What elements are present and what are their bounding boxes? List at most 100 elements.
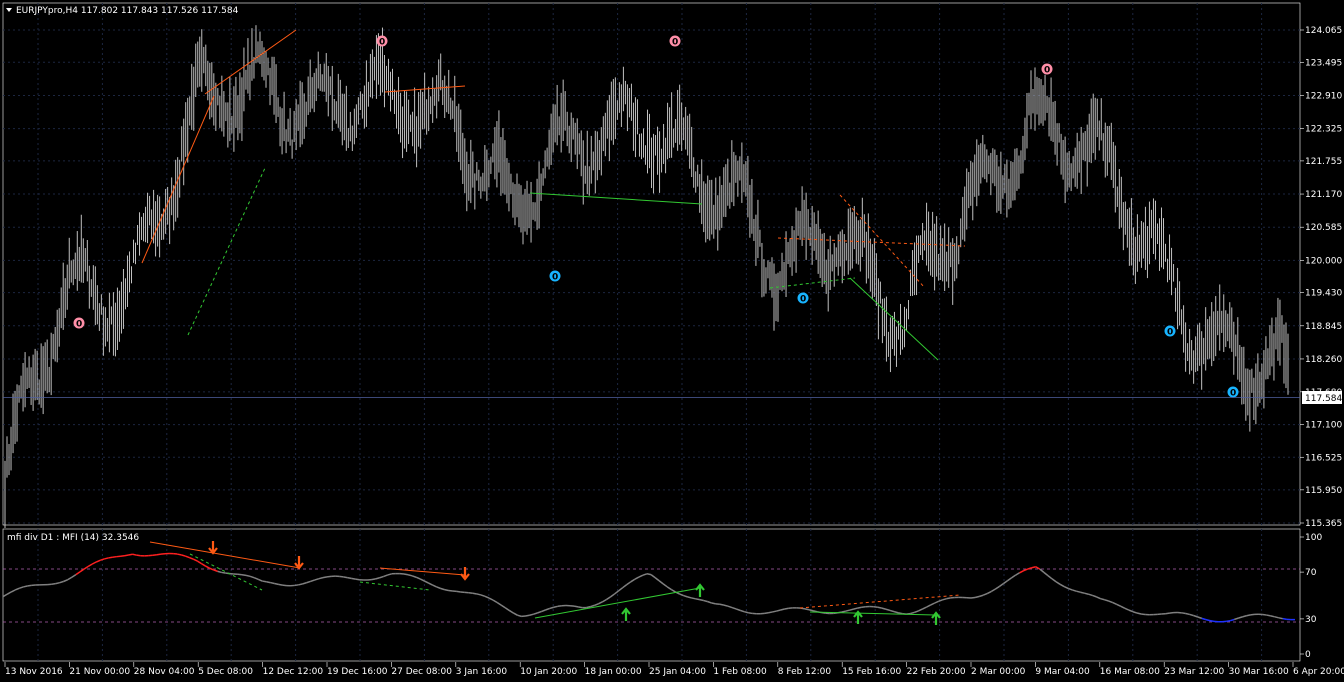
mfi-segment [444, 588, 449, 592]
mfi-segment [266, 580, 271, 584]
time-label: 6 Apr 20:00 [1293, 667, 1344, 677]
mfi-tick-label: 30 [1305, 615, 1317, 625]
mfi-segment [525, 614, 530, 617]
time-label: 23 Mar 12:00 [1164, 667, 1224, 677]
mfi-segment [845, 609, 850, 612]
mfi-segment [1274, 616, 1279, 619]
mfi-segment [764, 611, 769, 615]
mfi-segment [784, 607, 789, 610]
mfi-segment [1250, 613, 1255, 616]
mfi-tick-label: 70 [1305, 568, 1317, 578]
mfi-segment [877, 606, 883, 609]
mfi-segment [529, 613, 534, 616]
mfi-segment [355, 578, 360, 581]
mfi-segment [403, 573, 409, 576]
mfi-tick-label: 0 [1305, 650, 1311, 660]
time-label: 12 Dec 12:00 [263, 667, 324, 677]
chart-window[interactable]: 0 0 0 0 0 0 0 0 EURJPYpro,H4 117.802 117.843 11… [0, 0, 1344, 682]
signal-marker-label: 0 [76, 320, 82, 330]
time-label: 19 Dec 16:00 [327, 667, 388, 677]
mfi-segment [298, 583, 303, 586]
signal-marker-label: 0 [1044, 66, 1050, 76]
signal-marker-label: 0 [552, 273, 558, 283]
mfi-segment [241, 573, 247, 577]
mfi-segment [1185, 612, 1190, 616]
mfi-segment [375, 577, 380, 580]
mfi-segment [1100, 597, 1105, 601]
price-tick-label: 118.845 [1305, 322, 1342, 332]
time-label: 8 Feb 12:00 [778, 667, 832, 677]
mfi-segment [262, 580, 267, 583]
mfi-segment [723, 604, 729, 607]
time-label: 18 Jan 00:00 [585, 667, 642, 677]
mfi-segment [573, 605, 579, 608]
mfi-segment [776, 609, 781, 612]
mfi-segment [23, 585, 28, 588]
mfi-segment [687, 596, 692, 599]
mfi-segment [1181, 612, 1186, 615]
mfi-segment [476, 593, 482, 596]
price-tick-label: 116.525 [1305, 453, 1342, 463]
mfi-segment [553, 605, 559, 608]
price-tick-label: 123.495 [1305, 58, 1342, 68]
signal-marker-label: 0 [672, 38, 678, 48]
mfi-segment [1209, 619, 1215, 623]
mfi-segment [371, 578, 376, 581]
mfi-segment [407, 573, 413, 577]
mfi-segment [51, 582, 56, 586]
mfi-segment [351, 577, 356, 580]
mfi-segment [881, 607, 887, 610]
mfi-segment [841, 610, 846, 613]
mfi-segment [719, 603, 725, 606]
price-tick-label: 121.755 [1305, 157, 1342, 167]
mfi-segment [711, 602, 716, 605]
mfi-segment [691, 597, 696, 600]
current-price-label: 117.584 [1305, 394, 1342, 404]
mfi-segment [946, 597, 951, 600]
price-tick-label: 122.910 [1305, 91, 1342, 101]
time-label: 27 Dec 08:00 [391, 667, 452, 677]
mfi-segment [1165, 612, 1170, 615]
time-label: 1 Feb 08:00 [713, 667, 767, 677]
price-tick-label: 117.100 [1305, 421, 1342, 431]
mfi-segment [27, 584, 32, 587]
time-label: 15 Feb 16:00 [842, 667, 901, 677]
mfi-segment [808, 608, 814, 612]
mfi-segment [132, 553, 137, 556]
mfi-segment [897, 611, 903, 615]
mfi-segment [217, 570, 222, 574]
mfi-tick-label: 100 [1305, 533, 1322, 543]
time-label: 9 Mar 04:00 [1035, 667, 1090, 677]
mfi-segment [577, 606, 583, 609]
price-tick-label: 119.430 [1305, 289, 1342, 299]
mfi-segment [893, 610, 899, 614]
mfi-segment [347, 576, 352, 580]
mfi-segment [772, 610, 777, 613]
mfi-segment [322, 576, 328, 579]
mfi-segment [1246, 614, 1251, 617]
signal-marker-label: 0 [1167, 328, 1173, 338]
mfi-segment [1031, 566, 1036, 569]
price-tick-label: 124.065 [1305, 26, 1342, 36]
mfi-segment [177, 553, 182, 556]
time-label: 16 Mar 08:00 [1100, 667, 1160, 677]
mfi-segment [472, 592, 477, 595]
price-tick-label: 122.325 [1305, 125, 1342, 135]
time-label: 21 Nov 00:00 [69, 667, 130, 677]
mfi-segment [1282, 617, 1288, 621]
mfi-segment [156, 553, 162, 556]
mfi-segment [804, 608, 810, 611]
mfi-segment [853, 607, 858, 610]
symbol-label: EURJPYpro,H4 117.802 117.843 117.526 117… [16, 6, 239, 16]
mfi-segment [974, 595, 980, 599]
mfi-segment [128, 553, 133, 556]
mfi-segment [152, 553, 158, 557]
mfi-segment [743, 610, 749, 614]
mfi-segment [108, 556, 113, 559]
signal-marker-label: 0 [1230, 389, 1236, 399]
mfi-segment [768, 611, 773, 614]
mfi-segment [780, 608, 785, 611]
time-label: 30 Mar 16:00 [1229, 667, 1289, 677]
mfi-segment [857, 606, 862, 609]
mfi-segment [1226, 619, 1231, 623]
